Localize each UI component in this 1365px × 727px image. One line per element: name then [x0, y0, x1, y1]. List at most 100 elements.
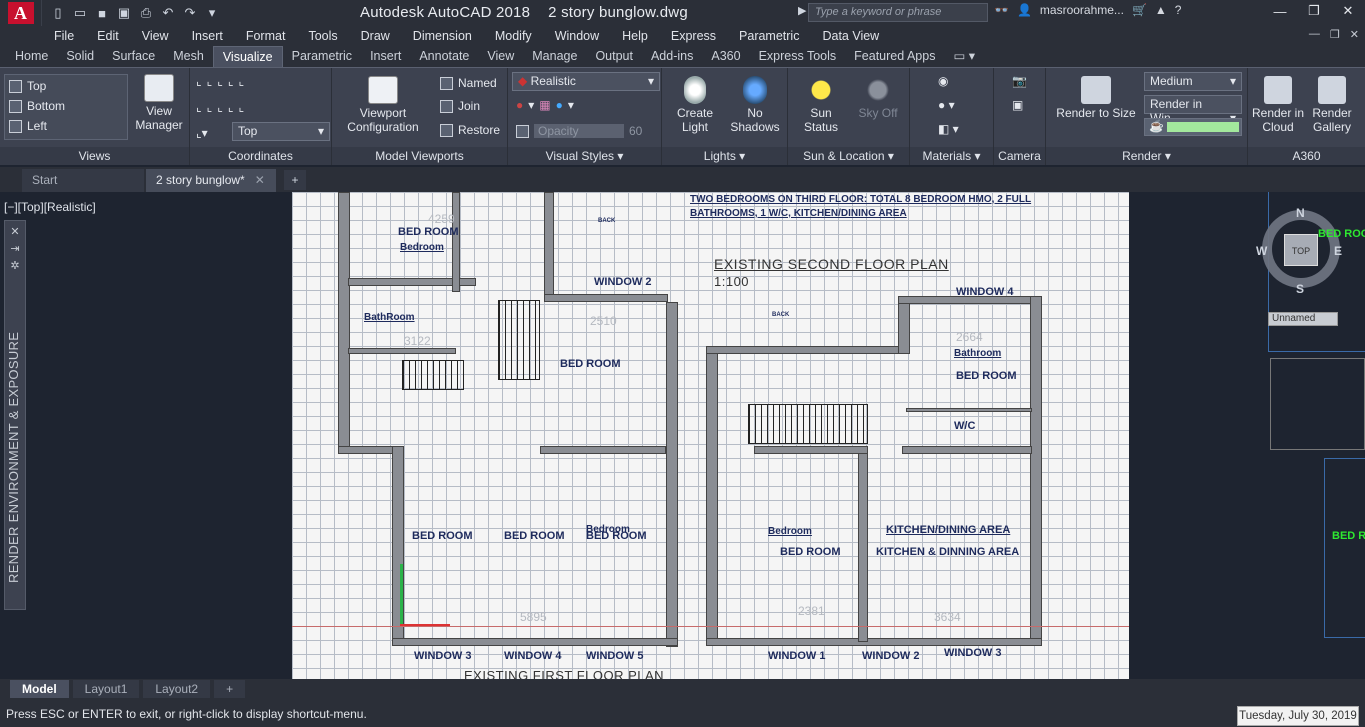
- menu-item-file[interactable]: File: [54, 29, 74, 43]
- new-tab-button[interactable]: +: [284, 170, 306, 190]
- view-item-left[interactable]: Left: [9, 119, 47, 133]
- menu-item-view[interactable]: View: [142, 29, 169, 43]
- close-button[interactable]: ✕: [1331, 0, 1365, 22]
- lights-label[interactable]: Lights ▾: [662, 147, 787, 165]
- menu-item-insert[interactable]: Insert: [192, 29, 223, 43]
- layout1-tab[interactable]: Layout1: [72, 680, 140, 698]
- viewport-configuration-button[interactable]: Viewport Configuration: [340, 76, 426, 134]
- undo-icon[interactable]: ↶: [160, 5, 176, 21]
- doc-minimize-icon[interactable]: —: [1309, 28, 1320, 41]
- join-button[interactable]: Join: [440, 99, 480, 113]
- tab-visualize[interactable]: Visualize: [212, 46, 283, 67]
- materials-label[interactable]: Materials ▾: [910, 147, 993, 165]
- render-environment-palette[interactable]: ✕ ⇥ ✲ RENDER ENVIRONMENT & EXPOSURE: [4, 220, 26, 610]
- sun-location-label[interactable]: Sun & Location ▾: [788, 147, 909, 165]
- open-folder-icon[interactable]: ▭: [72, 5, 88, 21]
- create-camera-icon[interactable]: 📷: [1012, 74, 1027, 88]
- menu-item-tools[interactable]: Tools: [308, 29, 337, 43]
- user-icon[interactable]: 👤: [1017, 3, 1032, 17]
- tab-mesh[interactable]: Mesh: [164, 46, 213, 67]
- opacity-control[interactable]: Opacity 60: [516, 124, 642, 138]
- render-gallery-button[interactable]: Render Gallery: [1304, 76, 1360, 134]
- menu-item-modify[interactable]: Modify: [495, 29, 532, 43]
- tab-surface[interactable]: Surface: [103, 46, 164, 67]
- maximize-button[interactable]: ❐: [1297, 0, 1331, 22]
- viewcube-top-face[interactable]: TOP: [1284, 234, 1318, 266]
- tab-express-tools[interactable]: Express Tools: [750, 46, 846, 67]
- cart-icon[interactable]: 🛒: [1132, 3, 1147, 17]
- ucs-tools-row2[interactable]: ⌞ ⌞ ⌞ ⌞ ⌞: [196, 100, 244, 114]
- views-list[interactable]: Top Bottom Left: [4, 74, 128, 140]
- tab-manage[interactable]: Manage: [523, 46, 586, 67]
- help-icon[interactable]: ?: [1175, 3, 1182, 17]
- tab-add-ins[interactable]: Add-ins: [642, 46, 702, 67]
- compass-north[interactable]: N: [1296, 206, 1305, 220]
- menu-item-window[interactable]: Window: [555, 29, 599, 43]
- render-quality-dropdown[interactable]: Medium ▾: [1144, 72, 1242, 91]
- exchange-icon[interactable]: ▲: [1155, 3, 1167, 17]
- tab-solid[interactable]: Solid: [57, 46, 103, 67]
- palette-close-icon[interactable]: ✕: [5, 225, 25, 238]
- menu-item-format[interactable]: Format: [246, 29, 286, 43]
- model-tab[interactable]: Model: [10, 680, 69, 698]
- add-layout-button[interactable]: +: [214, 680, 246, 698]
- named-button[interactable]: Named: [440, 76, 497, 90]
- render-label[interactable]: Render ▾: [1046, 147, 1247, 165]
- ucs-dropdown[interactable]: Top ▾: [232, 122, 330, 141]
- render-in-cloud-button[interactable]: Render in Cloud: [1250, 76, 1306, 134]
- print-icon[interactable]: ⎙: [138, 5, 154, 21]
- layout2-tab[interactable]: Layout2: [143, 680, 211, 698]
- menu-item-data-view[interactable]: Data View: [822, 29, 879, 43]
- ucs-settings-icon[interactable]: ⌞▾: [196, 126, 208, 140]
- visual-style-tools[interactable]: ● ▾ ▦ ● ▾: [516, 98, 574, 112]
- user-name[interactable]: masroorahme...: [1040, 3, 1124, 17]
- menu-item-edit[interactable]: Edit: [97, 29, 119, 43]
- materials-browser-icon[interactable]: ◉: [938, 74, 948, 88]
- view-item-top[interactable]: Top: [9, 79, 46, 93]
- ucs-tools-row1[interactable]: ⌞ ⌞ ⌞ ⌞ ⌞: [196, 74, 244, 88]
- ucs-menu[interactable]: Unnamed: [1268, 312, 1338, 326]
- viewport-controls[interactable]: [−][Top][Realistic]: [4, 200, 96, 214]
- view-item-bottom[interactable]: Bottom: [9, 99, 65, 113]
- tab-insert[interactable]: Insert: [361, 46, 410, 67]
- tab-a360[interactable]: A360: [702, 46, 749, 67]
- menu-item-help[interactable]: Help: [622, 29, 648, 43]
- close-tab-icon[interactable]: ✕: [255, 173, 265, 187]
- drawing-viewport[interactable]: [−][Top][Realistic] ✕ ⇥ ✲ RENDER ENVIRON…: [0, 192, 1365, 679]
- tab-featured-apps[interactable]: Featured Apps: [845, 46, 944, 67]
- binoculars-icon[interactable]: 👓: [994, 3, 1009, 17]
- material-mapping-icon[interactable]: ◧ ▾: [938, 122, 959, 136]
- compass-east[interactable]: E: [1334, 244, 1342, 258]
- tab-view[interactable]: View: [478, 46, 523, 67]
- redo-icon[interactable]: ↷: [182, 5, 198, 21]
- opacity-slider[interactable]: Opacity: [534, 124, 624, 138]
- compass-south[interactable]: S: [1296, 282, 1304, 296]
- search-arrow-icon[interactable]: ▶: [798, 4, 806, 17]
- compass-west[interactable]: W: [1256, 244, 1267, 258]
- doc-restore-icon[interactable]: ❐: [1330, 28, 1340, 41]
- palette-settings-icon[interactable]: ✲: [5, 259, 25, 272]
- sun-status-button[interactable]: Sun Status: [794, 76, 848, 134]
- material-sphere-icon[interactable]: ● ▾: [938, 98, 955, 112]
- render-in-dropdown[interactable]: Render in Win...▾: [1144, 95, 1242, 125]
- render-to-size-button[interactable]: Render to Size: [1056, 76, 1136, 120]
- application-menu-button[interactable]: A: [0, 0, 42, 26]
- view-manager-button[interactable]: View Manager: [130, 74, 188, 132]
- camera-view-icon[interactable]: ▣: [1012, 98, 1023, 112]
- drawing-tab[interactable]: 2 story bunglow* ✕: [146, 169, 276, 192]
- minimize-button[interactable]: —: [1263, 0, 1297, 22]
- save-icon[interactable]: ■: [94, 5, 110, 21]
- qat-dropdown-icon[interactable]: ▾: [204, 5, 220, 21]
- new-file-icon[interactable]: ▯: [50, 5, 66, 21]
- doc-close-icon[interactable]: ✕: [1350, 28, 1359, 41]
- create-light-button[interactable]: Create Light: [668, 76, 722, 134]
- no-shadows-button[interactable]: No Shadows: [724, 76, 786, 134]
- search-input[interactable]: Type a keyword or phrase: [808, 3, 988, 22]
- save-as-icon[interactable]: ▣: [116, 5, 132, 21]
- start-tab[interactable]: Start: [22, 169, 144, 192]
- tab-home[interactable]: Home: [6, 46, 57, 67]
- menu-item-dimension[interactable]: Dimension: [413, 29, 472, 43]
- menu-item-parametric[interactable]: Parametric: [739, 29, 799, 43]
- visual-styles-label[interactable]: Visual Styles ▾: [508, 147, 661, 165]
- menu-item-express[interactable]: Express: [671, 29, 716, 43]
